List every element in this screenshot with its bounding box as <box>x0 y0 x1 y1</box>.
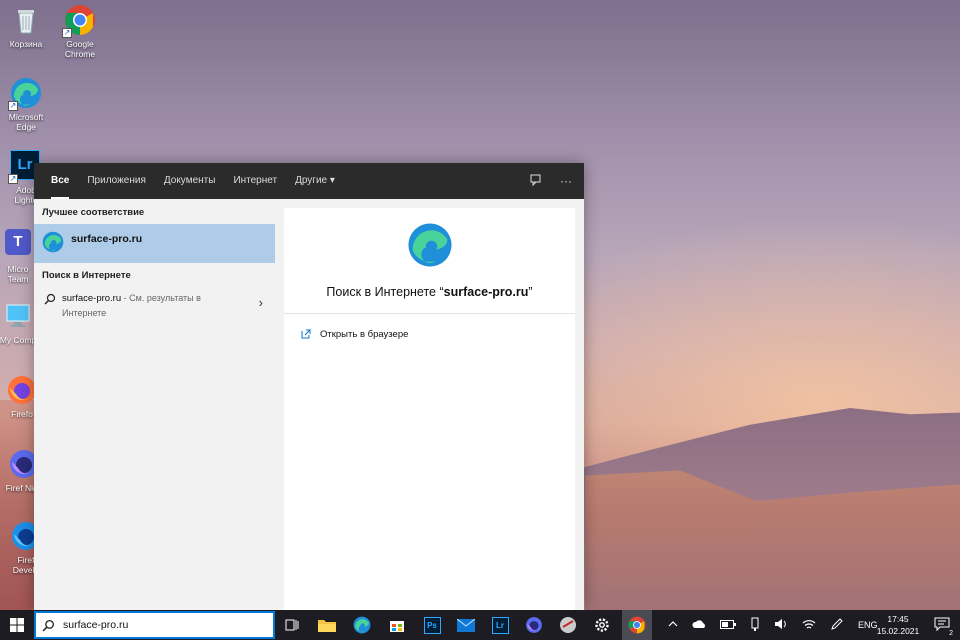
tab-all[interactable]: Все <box>42 163 78 199</box>
task-view-icon <box>285 619 299 631</box>
taskbar-photoshop[interactable]: Ps <box>420 613 444 637</box>
computer-icon <box>2 300 34 332</box>
wifi-icon[interactable] <box>802 618 816 632</box>
gear-icon <box>595 618 609 632</box>
taskbar-mail[interactable] <box>454 613 478 637</box>
preview-title: Поиск в Интернете “surface-pro.ru” <box>284 285 575 299</box>
usb-device-icon[interactable] <box>750 617 760 633</box>
windows-logo-icon <box>10 618 24 632</box>
desktop-icon-chrome[interactable]: ↗ Google Chrome <box>48 4 112 59</box>
taskbar-chrome[interactable] <box>622 610 652 640</box>
search-icon <box>42 619 55 631</box>
chevron-right-icon[interactable]: › <box>259 295 263 310</box>
taskbar-edge[interactable] <box>350 613 374 637</box>
photoshop-icon: Ps <box>423 616 441 634</box>
clock[interactable]: 17:45 15.02.2021 <box>872 613 924 637</box>
edge-icon <box>42 231 64 253</box>
folder-icon <box>318 620 336 632</box>
best-match-name: surface-pro.ru <box>71 233 143 245</box>
search-tabs: Все Приложения Документы Интернет Другие… <box>34 163 584 199</box>
shortcut-arrow-icon: ↗ <box>62 28 72 38</box>
open-in-browser-button[interactable]: Открыть в браузере <box>284 314 575 354</box>
preview-title-query: surface-pro.ru <box>443 285 529 299</box>
taskbar-search-input[interactable]: surface-pro.ru <box>34 611 275 639</box>
battery-icon[interactable] <box>720 619 736 631</box>
onedrive-icon[interactable] <box>692 619 706 631</box>
task-view-button[interactable] <box>280 613 304 637</box>
taskbar-file-explorer[interactable] <box>315 613 339 637</box>
edge-icon <box>407 223 452 267</box>
start-button[interactable] <box>0 610 34 640</box>
chrome-icon <box>628 616 646 634</box>
shortcut-arrow-icon: ↗ <box>8 101 18 111</box>
open-external-icon <box>301 329 311 339</box>
search-icon <box>44 293 56 305</box>
open-in-browser-label: Открыть в браузере <box>320 328 409 340</box>
web-search-result[interactable]: surface-pro.ru - См. результаты в Интерн… <box>34 287 275 325</box>
best-match-heading: Лучшее соответствие <box>42 207 145 218</box>
taskbar-store[interactable] <box>385 613 409 637</box>
best-match-item[interactable]: surface-pro.ru <box>34 224 275 263</box>
firefox-nightly-icon <box>526 617 542 633</box>
desktop-icon-label: Micro Team <box>7 264 29 284</box>
taskbar-firefox-nightly[interactable] <box>522 613 546 637</box>
web-search-query: surface-pro.ru <box>62 293 122 304</box>
mail-icon <box>457 618 475 632</box>
shortcut-arrow-icon: ↗ <box>8 174 18 184</box>
tab-web[interactable]: Интернет <box>224 163 286 199</box>
preview-logo <box>284 222 575 273</box>
taskbar-lightroom[interactable]: Lr <box>488 613 512 637</box>
pen-workspace-icon[interactable] <box>830 617 844 633</box>
taskbar-app[interactable] <box>556 613 580 637</box>
teams-icon: T <box>2 229 34 261</box>
taskbar-settings[interactable] <box>590 613 614 637</box>
desktop-icon-label: Microsoft Edge <box>8 112 44 132</box>
app-icon <box>560 617 576 633</box>
tab-apps[interactable]: Приложения <box>78 163 155 199</box>
taskbar: surface-pro.ru Ps Lr ENG 17:45 15.02.202… <box>0 610 960 640</box>
desktop-icon-label: Google Chrome <box>64 39 96 59</box>
preview-pane: Поиск в Интернете “surface-pro.ru” Откры… <box>284 208 575 610</box>
chevron-up-icon[interactable] <box>668 620 678 630</box>
desktop-icon-edge[interactable]: ↗ Microsoft Edge <box>0 77 58 132</box>
taskbar-search-value: surface-pro.ru <box>63 619 129 631</box>
edge-icon: ↗ <box>8 77 42 111</box>
volume-icon[interactable] <box>774 618 788 632</box>
preview-title-prefix: Поиск в Интернете “ <box>326 285 444 299</box>
chrome-icon: ↗ <box>62 4 96 38</box>
system-tray: ENG <box>668 610 878 640</box>
recycle-bin-icon <box>10 4 42 36</box>
search-panel: Все Приложения Документы Интернет Другие… <box>34 163 584 610</box>
edge-icon <box>353 616 371 634</box>
notification-count: 2 <box>948 630 954 637</box>
results-column: Лучшее соответствие surface-pro.ru Поиск… <box>34 199 275 610</box>
more-options-icon[interactable]: ··· <box>560 174 572 188</box>
tab-documents[interactable]: Документы <box>155 163 225 199</box>
lightroom-icon: Lr <box>491 616 509 634</box>
web-search-heading: Поиск в Интернете <box>42 270 131 281</box>
desktop-icon-label: My Comp <box>0 335 37 345</box>
store-icon <box>390 621 404 632</box>
action-center-button[interactable]: 2 <box>934 616 954 637</box>
feedback-icon[interactable] <box>530 174 542 189</box>
web-search-text: surface-pro.ru - См. результаты в Интерн… <box>62 291 222 321</box>
preview-title-suffix: ” <box>528 285 533 299</box>
clock-date: 15.02.2021 <box>876 626 920 636</box>
clock-time: 17:45 <box>887 614 909 624</box>
tab-more[interactable]: Другие ▾ <box>286 163 344 199</box>
